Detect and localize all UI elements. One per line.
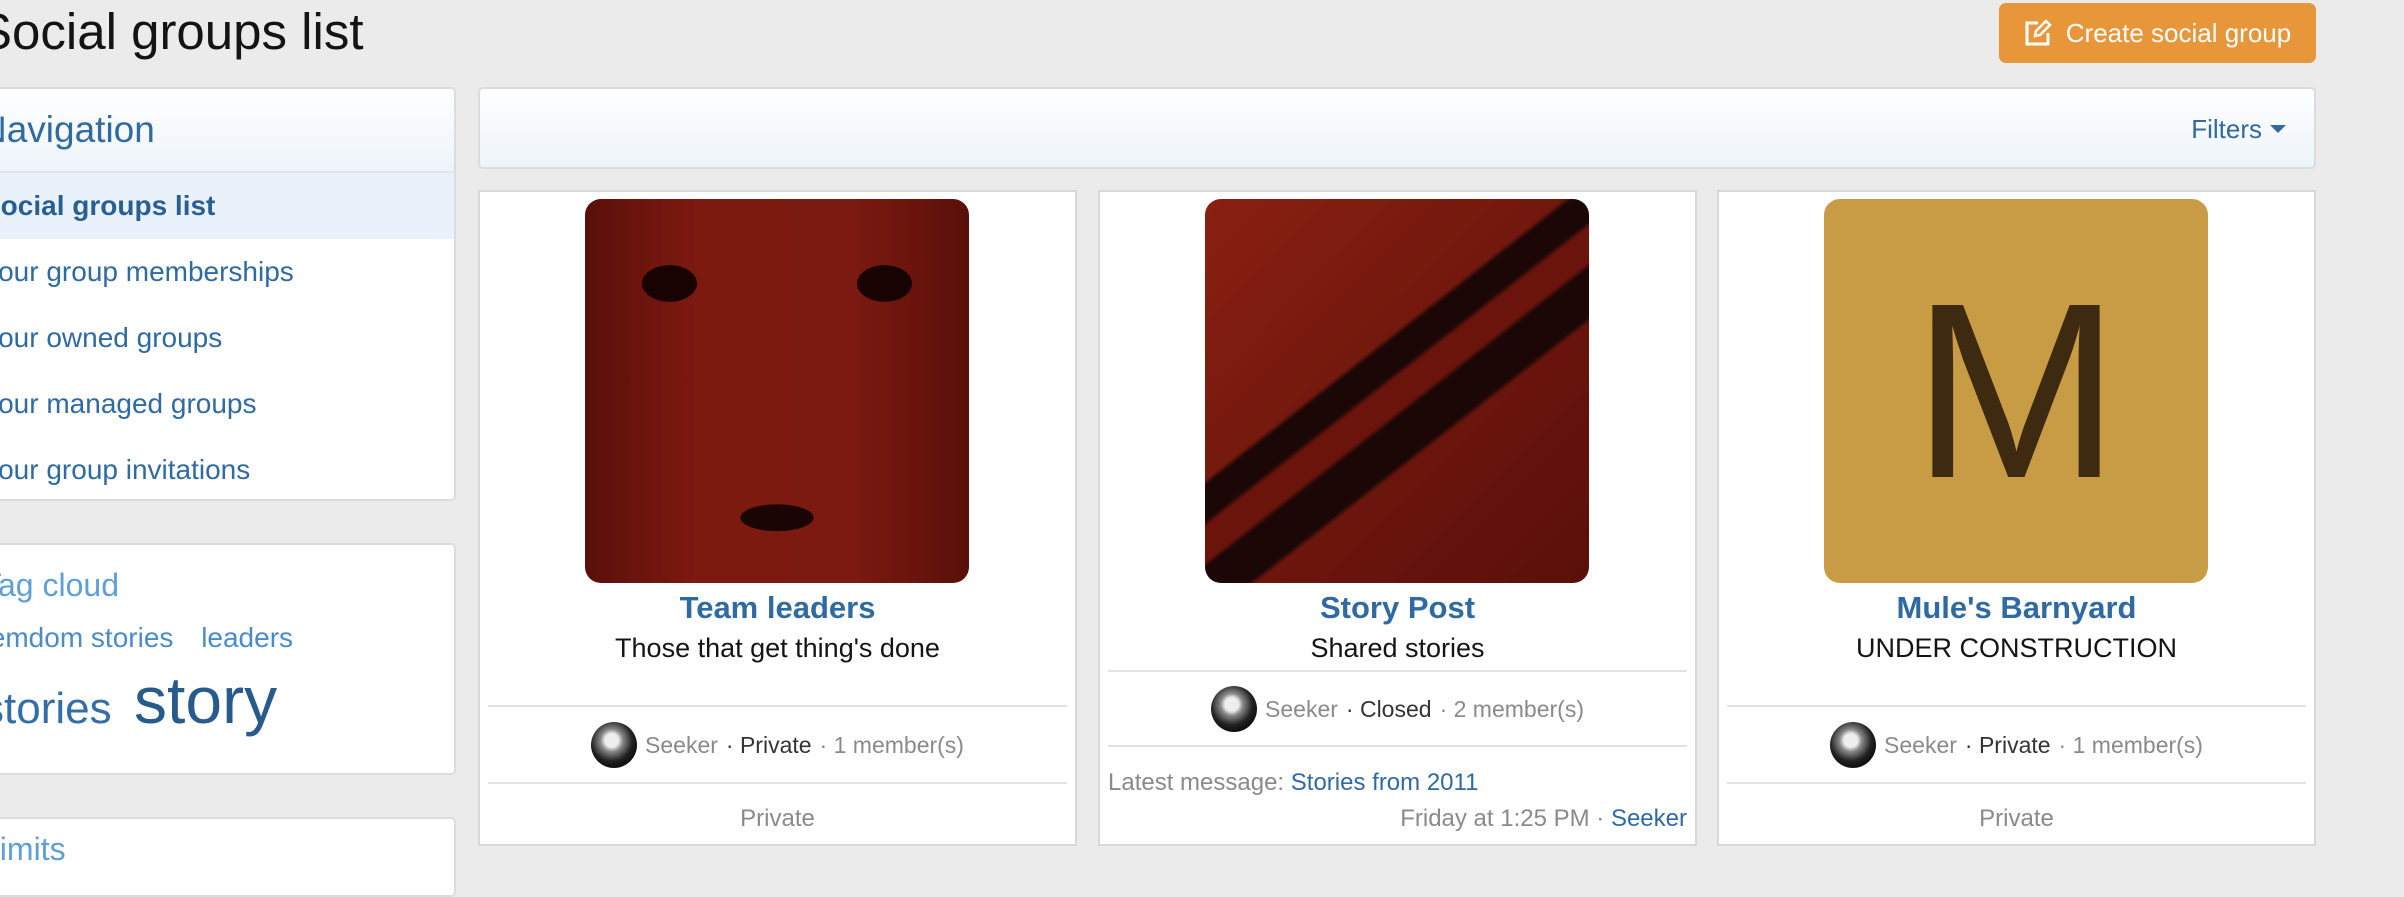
latest-message-label: Latest message: — [1108, 769, 1285, 796]
avatar[interactable] — [591, 722, 638, 768]
owner-name[interactable]: Seeker — [1884, 732, 1957, 759]
page-title: Social groups list — [0, 3, 364, 60]
tag-stories[interactable]: stories — [0, 684, 112, 733]
group-name-link[interactable]: Story Post — [1100, 590, 1695, 626]
navigation-title: Navigation — [0, 89, 454, 173]
filters-label: Filters — [2191, 114, 2262, 144]
group-footer: Private — [1979, 805, 2054, 832]
group-description: Those that get thing's done — [615, 633, 940, 663]
tag-femdom-stories[interactable]: femdom stories — [0, 622, 173, 653]
divider — [488, 782, 1067, 784]
latest-message-time: Friday at 1:25 PM — [1400, 805, 1590, 832]
edit-icon — [2025, 19, 2052, 46]
group-card: M Mule's Barnyard UNDER CONSTRUCTION See… — [1717, 190, 2316, 846]
create-button-label: Create social group — [2065, 17, 2292, 48]
avatar[interactable] — [1830, 722, 1877, 768]
group-description: Shared stories — [1310, 633, 1485, 663]
privacy-label: Private — [1978, 731, 2051, 758]
group-footer: Private — [740, 805, 815, 832]
create-social-group-button[interactable]: Create social group — [1999, 3, 2316, 63]
nav-group-invitations[interactable]: Your group invitations — [0, 437, 454, 499]
group-name-link[interactable]: Team leaders — [480, 590, 1075, 626]
divider — [1108, 745, 1687, 747]
nav-social-groups-list[interactable]: Social groups list — [0, 173, 454, 239]
nav-managed-groups[interactable]: Your managed groups — [0, 371, 454, 437]
group-image[interactable] — [1205, 199, 1589, 583]
group-letter-avatar[interactable]: M — [1824, 199, 2208, 583]
group-card: Story Post Shared stories Seeker · Close… — [1098, 190, 1697, 846]
privacy-label: Private — [739, 731, 812, 758]
latest-message-author[interactable]: Seeker — [1611, 805, 1687, 832]
privacy-label: Closed — [1359, 695, 1432, 722]
navigation-panel: Navigation Social groups list Your group… — [0, 87, 456, 501]
tag-story[interactable]: story — [134, 663, 277, 737]
divider — [1727, 782, 2306, 784]
nav-owned-groups[interactable]: Your owned groups — [0, 305, 454, 371]
group-meta: Seeker · Private · 1 member(s) — [1719, 722, 2314, 768]
tag-cloud-title: Tag cloud — [0, 567, 119, 603]
divider — [488, 705, 1067, 707]
tag-leaders[interactable]: leaders — [201, 622, 293, 653]
group-image[interactable] — [585, 199, 969, 583]
latest-message-link[interactable]: Stories from 2011 — [1291, 769, 1479, 796]
group-meta: Seeker · Closed · 2 member(s) — [1100, 686, 1695, 732]
limits-title: Limits — [0, 831, 66, 867]
member-count: 1 member(s) — [2072, 731, 2203, 758]
caret-down-icon — [2270, 125, 2286, 133]
member-count: 2 member(s) — [1453, 695, 1584, 722]
group-card: Team leaders Those that get thing's done… — [478, 190, 1077, 846]
tag-cloud-panel: Tag cloud femdom stories leaders stories… — [0, 543, 456, 775]
divider — [1108, 670, 1687, 672]
latest-message: Latest message: Stories from 2011 — [1108, 769, 1478, 797]
latest-message-info: Friday at 1:25 PM · Seeker — [1400, 805, 1687, 832]
owner-name[interactable]: Seeker — [645, 732, 718, 759]
limits-panel: Limits — [0, 817, 456, 897]
avatar[interactable] — [1211, 686, 1258, 732]
filters-bar: Filters — [478, 87, 2316, 169]
divider — [1727, 705, 2306, 707]
nav-group-memberships[interactable]: Your group memberships — [0, 239, 454, 305]
member-count: 1 member(s) — [833, 731, 964, 758]
group-description: UNDER CONSTRUCTION — [1856, 633, 2177, 663]
avatar-letter: M — [1911, 251, 2121, 530]
filters-button[interactable]: Filters — [2191, 89, 2286, 167]
group-meta: Seeker · Private · 1 member(s) — [480, 722, 1075, 768]
owner-name[interactable]: Seeker — [1265, 696, 1338, 723]
group-name-link[interactable]: Mule's Barnyard — [1719, 590, 2314, 626]
